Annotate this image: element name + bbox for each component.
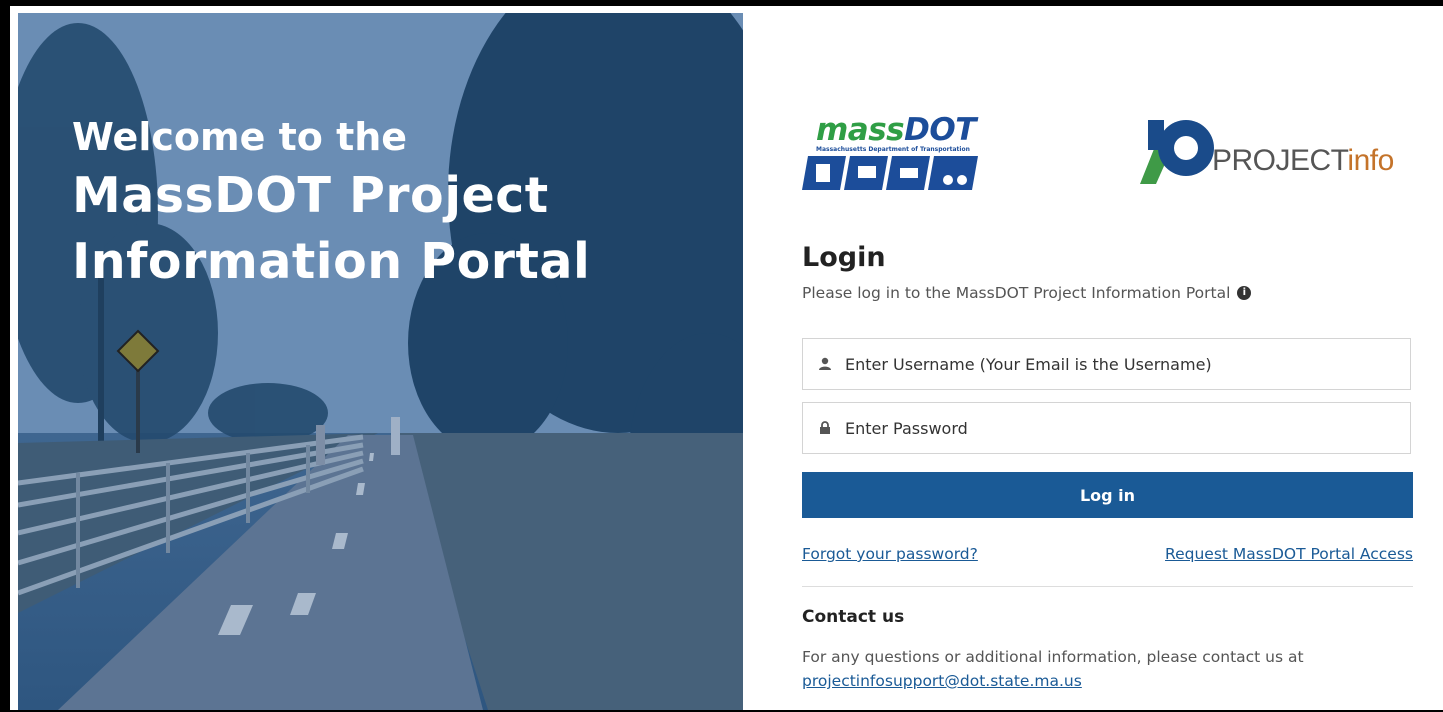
massdot-logo: massDOT Massachusetts Department of Tran… [802,112,992,192]
login-button[interactable]: Log in [802,472,1413,518]
login-title: Login [802,242,886,273]
user-icon [817,357,833,371]
hero-line-2: MassDOT Project [72,167,549,224]
transport-modes-icon [802,156,978,190]
lock-icon [817,421,833,435]
contact-text: For any questions or additional informat… [802,648,1304,666]
password-input[interactable] [843,417,1387,439]
massdot-logo-wordmark: massDOT [816,112,976,148]
divider [802,586,1413,587]
info-icon[interactable]: i [1237,286,1252,300]
projectinfo-wordmark: PROJECTinfo [1212,144,1394,177]
contact-email-link[interactable]: projectinfosupport@dot.state.ma.us [802,672,1082,690]
hero-line-3: Information Portal [72,233,591,290]
hero-image: Welcome to the MassDOT Project Informati… [18,13,743,710]
hero-line-1: Welcome to the [72,115,408,159]
projectinfo-logo: PROJECTinfo [1138,114,1413,186]
login-subtitle-text: Please log in to the MassDOT Project Inf… [802,284,1231,302]
page: Welcome to the MassDOT Project Informati… [10,6,1443,710]
login-subtitle: Please log in to the MassDOT Project Inf… [802,284,1252,302]
forgot-password-link[interactable]: Forgot your password? [802,545,978,563]
request-access-link[interactable]: Request MassDOT Portal Access [1165,545,1413,563]
hero-title: Welcome to the MassDOT Project Informati… [72,111,712,295]
username-input[interactable] [843,353,1387,375]
password-field[interactable] [802,402,1411,454]
contact-title: Contact us [802,607,905,627]
projectinfo-mark-icon [1140,120,1214,184]
username-field[interactable] [802,338,1411,390]
login-panel: massDOT Massachusetts Department of Tran… [802,6,1413,710]
